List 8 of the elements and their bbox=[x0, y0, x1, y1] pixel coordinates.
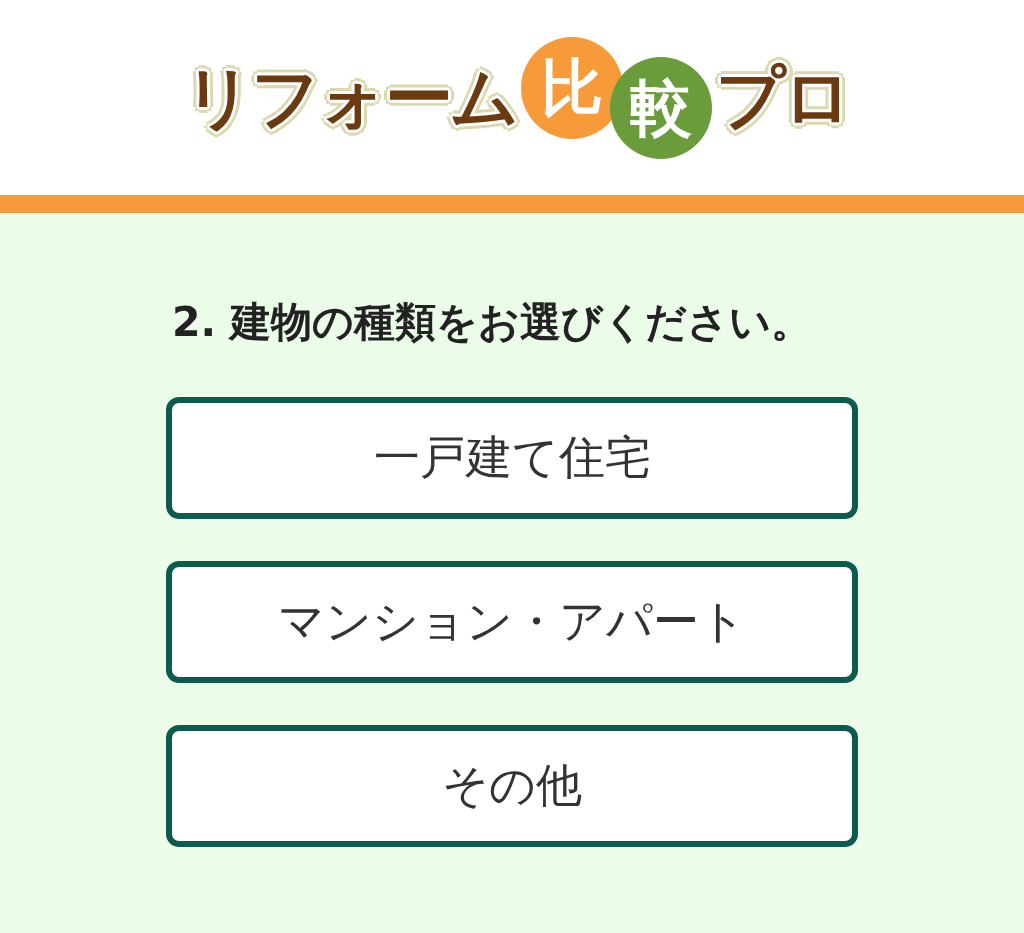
option-button[interactable]: 一戸建て住宅 bbox=[166, 397, 858, 519]
logo-badge: 較 bbox=[610, 56, 712, 159]
option-button[interactable]: マンション・アパート bbox=[166, 561, 858, 683]
logo-badge: 比 bbox=[521, 36, 623, 139]
question-text: 2. 建物の種類をお選びください。 bbox=[171, 297, 814, 347]
logo-text: リフォーム bbox=[183, 57, 518, 138]
logo-text: プロ bbox=[715, 57, 851, 138]
option-button[interactable]: その他 bbox=[166, 725, 858, 847]
